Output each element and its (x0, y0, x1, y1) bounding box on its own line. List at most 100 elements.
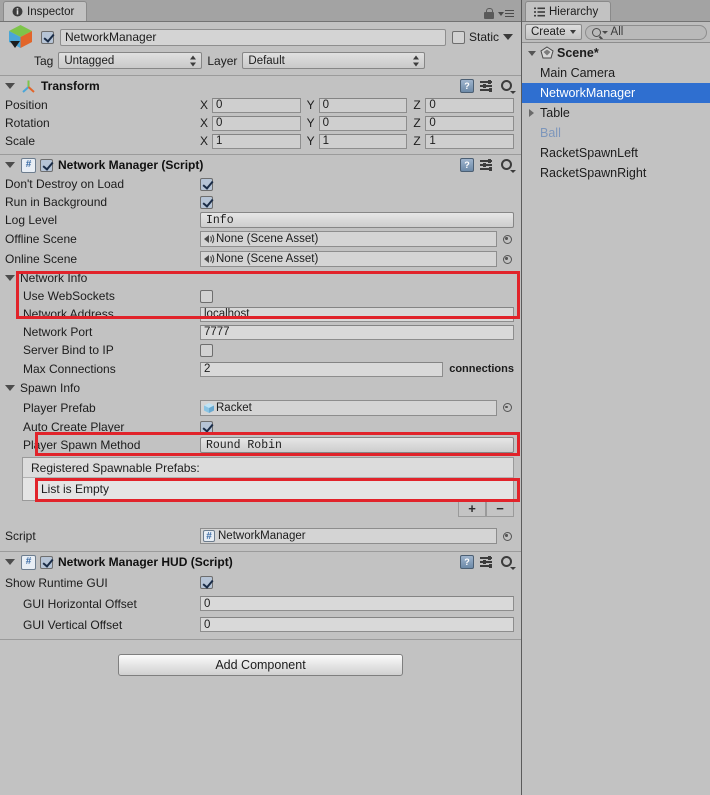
rotation-y-field[interactable]: 0 (318, 115, 408, 131)
gameobject-name-field[interactable]: NetworkManager (60, 28, 446, 46)
player-spawn-method-dropdown[interactable]: Round Robin (200, 437, 514, 453)
tab-hierarchy[interactable]: Hierarchy (525, 1, 612, 21)
show-runtime-gui-row: Show Runtime GUI (0, 572, 521, 593)
static-checkbox[interactable] (451, 30, 465, 44)
max-connections-field[interactable]: 2 (200, 361, 444, 377)
layer-dropdown[interactable]: Default (242, 52, 426, 69)
dont-destroy-checkbox[interactable] (200, 177, 213, 191)
preset-icon[interactable] (480, 555, 494, 568)
add-component-area: Add Component (0, 640, 521, 676)
network-manager-hud-header[interactable]: Network Manager HUD (Script) ? (0, 552, 521, 572)
list-add-button[interactable]: + (458, 501, 486, 517)
gameobject-header: NetworkManager Static Tag Untagged Layer (0, 22, 521, 76)
offline-scene-picker-icon[interactable] (500, 231, 514, 247)
hierarchy-item-main-camera[interactable]: Main Camera (522, 63, 710, 83)
hierarchy-item-ball[interactable]: Ball (522, 123, 710, 143)
hierarchy-item-racketspawnright[interactable]: RacketSpawnRight (522, 163, 710, 183)
transform-axis-icon (22, 80, 35, 93)
show-runtime-gui-checkbox[interactable] (200, 576, 213, 589)
network-manager-foldout-icon[interactable] (5, 162, 15, 168)
gameobject-active-checkbox[interactable] (41, 30, 54, 44)
scale-y-value: 1 (322, 135, 330, 147)
script-picker-icon[interactable] (500, 528, 514, 544)
chevron-down-icon (569, 30, 576, 34)
network-address-value: localhost (204, 308, 250, 320)
hierarchy-item-table[interactable]: Table (522, 103, 710, 123)
transform-foldout-icon[interactable] (5, 83, 15, 89)
player-prefab-picker-icon[interactable] (500, 400, 514, 416)
position-y-field[interactable]: 0 (318, 97, 408, 113)
gear-icon[interactable] (500, 158, 516, 173)
offline-scene-field[interactable]: None (Scene Asset) (200, 231, 497, 247)
hierarchy-item-networkmanager[interactable]: NetworkManager (522, 83, 710, 103)
run-in-background-checkbox[interactable] (200, 195, 213, 209)
tag-dropdown[interactable]: Untagged (58, 52, 203, 69)
unity-editor-window: Inspector NetworkManager Static Tag Unta… (0, 0, 710, 795)
hierarchy-item-racketspawnleft[interactable]: RacketSpawnLeft (522, 143, 710, 163)
list-remove-button[interactable]: − (486, 501, 514, 517)
create-button[interactable]: Create (525, 24, 582, 40)
network-manager-hud-foldout-icon[interactable] (5, 559, 15, 565)
axis-x-label: X (200, 116, 209, 130)
static-dropdown-icon[interactable] (503, 34, 513, 40)
registered-prefabs-header[interactable]: Registered Spawnable Prefabs: (23, 458, 513, 478)
scene-foldout-icon[interactable] (526, 50, 537, 56)
search-filter-chevron-icon[interactable] (601, 30, 608, 34)
component-transform: Transform ? Position X 0 Y 0 Z 0 Rotatio… (0, 76, 521, 155)
network-manager-header[interactable]: Network Manager (Script) ? (0, 155, 521, 175)
gear-icon[interactable] (500, 555, 516, 570)
network-manager-enabled-checkbox[interactable] (40, 158, 53, 172)
network-port-field[interactable]: 7777 (200, 324, 514, 340)
scale-x-field[interactable]: 1 (212, 133, 301, 149)
spawn-info-foldout-icon[interactable] (5, 385, 15, 391)
rotation-x-field[interactable]: 0 (212, 115, 301, 131)
position-z-field[interactable]: 0 (425, 97, 515, 113)
network-info-label: Network Info (20, 271, 88, 285)
tab-inspector[interactable]: Inspector (3, 1, 88, 21)
hierarchy-search-input[interactable]: All (584, 24, 707, 40)
use-websockets-checkbox[interactable] (200, 289, 213, 303)
log-level-label: Log Level (5, 213, 58, 227)
gear-icon[interactable] (500, 79, 516, 94)
help-icon[interactable]: ? (460, 158, 474, 172)
gui-horizontal-offset-field[interactable]: 0 (200, 596, 514, 611)
preset-icon[interactable] (480, 79, 494, 92)
preset-icon[interactable] (480, 158, 494, 171)
network-info-foldout-icon[interactable] (5, 275, 15, 281)
network-manager-hud-enabled-checkbox[interactable] (40, 555, 53, 569)
scene-asset-icon (204, 234, 215, 244)
axis-y-label: Y (306, 134, 315, 148)
inspector-content: NetworkManager Static Tag Untagged Layer (0, 22, 521, 795)
player-prefab-field[interactable]: Racket (200, 399, 497, 416)
gui-vertical-offset-field[interactable]: 0 (200, 617, 514, 632)
spawn-info-section-header[interactable]: Spawn Info (0, 379, 521, 397)
table-foldout-icon[interactable] (526, 109, 537, 117)
csharp-script-icon (21, 157, 36, 173)
hierarchy-panel: Hierarchy Create All Scene* Main Camera … (522, 0, 710, 795)
rotation-z-field[interactable]: 0 (425, 115, 515, 131)
server-bind-checkbox[interactable] (200, 343, 213, 357)
script-field[interactable]: NetworkManager (200, 528, 497, 544)
help-icon[interactable]: ? (460, 79, 474, 93)
position-x-field[interactable]: 0 (212, 97, 301, 113)
online-scene-picker-icon[interactable] (500, 251, 514, 267)
transform-header[interactable]: Transform ? (0, 76, 521, 96)
scale-z-field[interactable]: 1 (425, 133, 515, 149)
hierarchy-item-scene[interactable]: Scene* (522, 43, 710, 63)
hierarchy-search-value: All (610, 26, 624, 38)
scale-y-field[interactable]: 1 (318, 133, 408, 149)
player-spawn-method-value: Round Robin (206, 438, 282, 452)
help-icon[interactable]: ? (460, 555, 474, 569)
lock-icon[interactable] (484, 8, 494, 19)
add-component-button[interactable]: Add Component (118, 654, 403, 676)
log-level-dropdown[interactable]: Info (200, 212, 514, 228)
unity-scene-icon (540, 46, 554, 59)
hamburger-menu-icon[interactable] (498, 9, 514, 19)
auto-create-player-checkbox[interactable] (200, 420, 213, 434)
hierarchy-tabbar: Hierarchy (522, 0, 710, 22)
online-scene-field[interactable]: None (Scene Asset) (200, 251, 497, 267)
prefab-cube-icon[interactable] (6, 24, 35, 50)
rotation-y-value: 0 (322, 117, 330, 129)
network-info-section-header[interactable]: Network Info (0, 269, 521, 287)
network-address-field[interactable]: localhost (200, 306, 514, 322)
